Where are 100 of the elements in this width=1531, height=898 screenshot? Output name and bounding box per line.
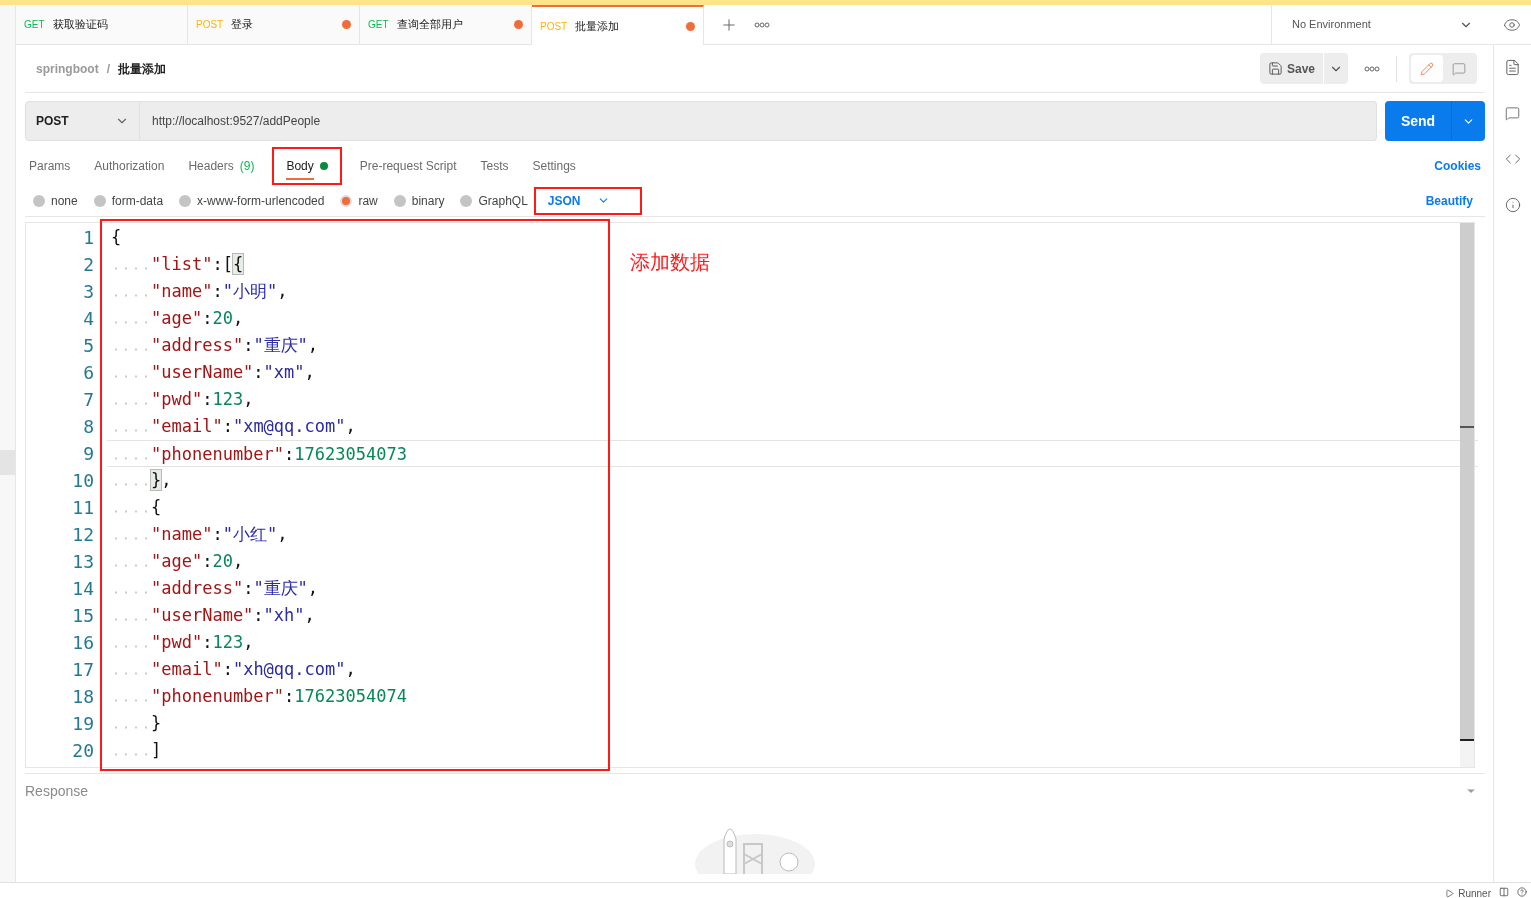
- body-type-radio[interactable]: none: [33, 191, 78, 210]
- more-icon[interactable]: [754, 21, 770, 28]
- code-token: "address": [151, 335, 244, 355]
- section-tab[interactable]: Settings: [528, 149, 580, 183]
- code-token: :: [222, 416, 233, 436]
- code-token: {: [232, 254, 244, 274]
- line-number: 5: [83, 334, 94, 358]
- section-tab[interactable]: Body: [274, 149, 340, 183]
- line-number: 14: [72, 577, 94, 601]
- code-token: ,: [161, 470, 172, 490]
- line-number: 9: [83, 442, 94, 466]
- scrollbar[interactable]: [1460, 223, 1474, 767]
- code-token: "list": [151, 254, 213, 274]
- tab-title: 获取验证码: [52, 17, 109, 33]
- comment-icon: [1452, 61, 1466, 76]
- method-label: POST: [196, 18, 224, 32]
- code-token: :: [253, 362, 264, 382]
- code-token: ,: [307, 578, 319, 598]
- code-token: ,: [277, 524, 288, 544]
- code-token: {: [151, 497, 162, 517]
- section-tab[interactable]: Tests: [476, 149, 513, 183]
- code-token: "重庆": [253, 578, 308, 598]
- code-token: 20: [212, 551, 233, 571]
- code-token: {: [111, 227, 122, 247]
- line-number: 10: [72, 469, 94, 493]
- body-type-radio[interactable]: form-data: [93, 191, 164, 210]
- request-tab[interactable]: POST 批量添加: [532, 5, 704, 45]
- code-token: "age": [151, 551, 203, 571]
- line-number: 1: [83, 226, 94, 250]
- code-token: "userName": [151, 605, 254, 625]
- request-tab[interactable]: POST 登录: [188, 5, 360, 44]
- body-type-radio[interactable]: raw: [340, 191, 378, 210]
- code-token: "xh@qq.com": [232, 659, 346, 679]
- code-token: :: [284, 444, 295, 464]
- tab-title: 登录: [231, 17, 255, 33]
- environment-select[interactable]: No Environment: [1271, 5, 1493, 44]
- code-token: ,: [345, 416, 356, 436]
- code-token: ,: [304, 605, 315, 625]
- code-token: :: [202, 632, 213, 652]
- annotation-text: 添加数据: [630, 250, 710, 275]
- code-token: "phonenumber": [151, 686, 285, 706]
- save-button[interactable]: Save: [1259, 53, 1323, 84]
- format-dropdown[interactable]: JSON: [535, 188, 640, 213]
- line-number: 19: [72, 712, 94, 736]
- body-type-radio[interactable]: GraphQL: [460, 191, 528, 210]
- body-type-radio[interactable]: binary: [393, 191, 445, 210]
- code-token: 17623054073: [294, 444, 407, 464]
- code-token: ,: [243, 389, 254, 409]
- section-tab[interactable]: Authorization: [90, 149, 169, 183]
- section-tab[interactable]: Pre-request Script: [355, 149, 461, 183]
- code-token: 17623054074: [294, 686, 407, 706]
- code-token: ,: [345, 659, 356, 679]
- code-token: :: [202, 551, 213, 571]
- line-number: 16: [72, 631, 94, 655]
- body-type-radio[interactable]: x-www-form-urlencoded: [179, 191, 325, 210]
- save-dropdown-button[interactable]: [1324, 53, 1348, 84]
- beautify-link[interactable]: Beautify: [1425, 191, 1473, 210]
- code-token: ,: [277, 281, 288, 301]
- runner-button[interactable]: Runner: [1445, 886, 1491, 898]
- cookies-link[interactable]: Cookies: [1434, 157, 1481, 175]
- code-token: :[: [212, 254, 233, 274]
- code-editor[interactable]: [25, 222, 1475, 768]
- breadcrumb-separator: /: [106, 60, 110, 78]
- request-tab[interactable]: GET 查询全部用户: [360, 5, 532, 44]
- method-select[interactable]: POST: [25, 101, 140, 141]
- line-number: 11: [72, 496, 94, 520]
- mode-toggle-button[interactable]: [1411, 55, 1443, 82]
- line-number: 8: [83, 415, 94, 439]
- code-token: "phonenumber": [151, 444, 285, 464]
- more-icon[interactable]: [1364, 65, 1380, 72]
- line-number: 2: [83, 253, 94, 277]
- help-icon[interactable]: [1517, 887, 1527, 897]
- code-token: :: [243, 335, 254, 355]
- url-field[interactable]: http://localhost:9527/addPeople: [140, 101, 1377, 141]
- code-token: :: [212, 281, 223, 301]
- code-token: ,: [232, 308, 244, 328]
- code-token: :: [212, 524, 223, 544]
- code-token: 123: [212, 632, 244, 652]
- code-token: "userName": [151, 362, 254, 382]
- code-token: "pwd": [151, 632, 203, 652]
- section-tab[interactable]: Headers (9): [184, 149, 259, 183]
- code-token: :: [253, 605, 264, 625]
- line-number: 13: [72, 550, 94, 574]
- comment-icon[interactable]: [1505, 106, 1520, 121]
- code-token: 123: [212, 389, 244, 409]
- code-token: "email": [151, 659, 223, 679]
- request-tab[interactable]: GET 获取验证码: [16, 5, 188, 44]
- line-number: 3: [83, 280, 94, 304]
- response-label: Response: [25, 781, 89, 801]
- section-tab[interactable]: Params: [25, 149, 75, 183]
- code-token: :: [284, 686, 295, 706]
- code-token: "name": [151, 524, 213, 544]
- code-token: ]: [151, 740, 162, 760]
- code-token: "xh": [263, 605, 305, 625]
- code-icon[interactable]: [1504, 151, 1521, 167]
- code-token: ,: [307, 335, 319, 355]
- document-icon[interactable]: [1504, 59, 1521, 76]
- info-icon[interactable]: [1504, 197, 1521, 213]
- code-token: "name": [151, 281, 213, 301]
- layout-icon[interactable]: [1499, 887, 1509, 897]
